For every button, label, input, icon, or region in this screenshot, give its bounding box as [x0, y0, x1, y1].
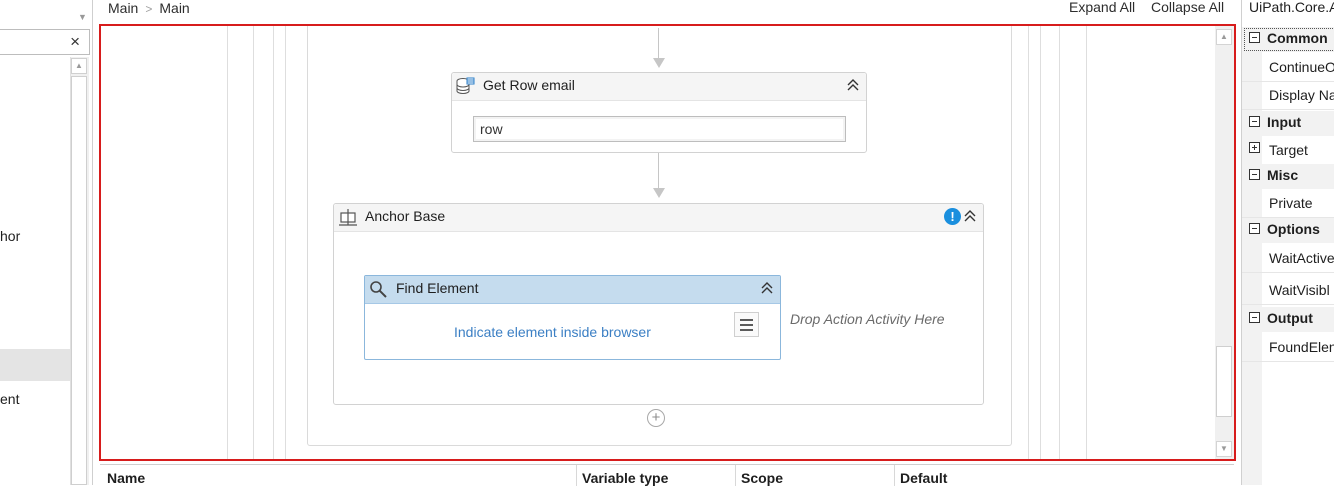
sequence-border [1086, 26, 1087, 459]
property-label: FoundElen [1269, 339, 1334, 355]
activity-header[interactable]: Anchor Base ! [334, 204, 983, 232]
collapse-chevron-icon[interactable] [962, 208, 978, 224]
property-row[interactable]: FoundElen [1242, 334, 1334, 362]
sequence-border [1059, 26, 1060, 459]
category-label: Output [1267, 310, 1313, 326]
properties-panel: UiPath.Core.A Common ContinueO Display N… [1241, 0, 1334, 485]
collapse-toggle-icon[interactable] [1249, 116, 1260, 127]
category-options[interactable]: Options [1242, 218, 1334, 243]
column-header-variable-type[interactable]: Variable type [582, 470, 668, 486]
category-output[interactable]: Output [1242, 307, 1334, 332]
column-divider[interactable] [576, 465, 577, 486]
drop-action-placeholder[interactable]: Drop Action Activity Here [790, 311, 945, 327]
collapse-toggle-icon[interactable] [1249, 169, 1260, 180]
activity-header[interactable]: Get Row email [452, 73, 866, 101]
collapse-toggle-icon[interactable] [1249, 223, 1260, 234]
sequence-border [1040, 26, 1041, 459]
property-row[interactable]: ContinueO [1242, 54, 1334, 82]
scroll-up-icon[interactable]: ▲ [1216, 29, 1232, 45]
property-label: WaitVisibl [1269, 282, 1330, 298]
breadcrumb-item[interactable]: Main [159, 0, 189, 16]
property-row[interactable]: Private [1242, 190, 1334, 218]
panel-pin-icon[interactable]: ▼ [78, 12, 87, 22]
property-label: WaitActive [1269, 250, 1334, 266]
property-label: Target [1269, 142, 1308, 158]
row-input[interactable]: row [473, 116, 846, 142]
breadcrumb-item[interactable]: Main [108, 0, 138, 16]
activity-title: Find Element [396, 280, 479, 296]
hamburger-menu-icon[interactable] [734, 312, 759, 337]
sequence-border [1028, 26, 1029, 459]
breadcrumb-chevron-icon: > [145, 2, 153, 16]
activity-header[interactable]: Find Element [365, 276, 780, 304]
sequence-border [253, 26, 254, 459]
left-scroll-thumb[interactable] [71, 76, 87, 485]
collapse-toggle-icon[interactable] [1249, 312, 1260, 323]
column-header-name[interactable]: Name [107, 470, 145, 486]
category-input[interactable]: Input [1242, 111, 1334, 136]
column-divider[interactable] [894, 465, 895, 486]
sequence-border [285, 26, 286, 459]
find-element-activity[interactable]: Find Element Indicate element inside bro… [364, 275, 781, 360]
anchor-icon [339, 209, 357, 226]
data-row-icon [456, 77, 475, 94]
collapse-chevron-icon[interactable] [845, 77, 861, 93]
variables-table-header: Name Variable type Scope Default [100, 464, 1234, 486]
sequence-border [273, 26, 274, 459]
flow-arrow-icon [653, 58, 665, 68]
warning-icon[interactable]: ! [944, 208, 961, 225]
property-label: Display Na [1269, 87, 1334, 103]
expand-toggle-icon[interactable] [1249, 142, 1260, 153]
activity-title: Get Row email [483, 77, 575, 93]
property-row[interactable]: WaitActive [1242, 245, 1334, 273]
activity-tree-item[interactable]: hor [0, 228, 20, 244]
category-label: Input [1267, 114, 1302, 130]
indicate-element-link[interactable]: Indicate element inside browser [454, 324, 651, 340]
collapse-all-link[interactable]: Collapse All [1151, 0, 1224, 15]
column-divider[interactable] [735, 465, 736, 486]
activities-panel: ▼ × hor ent ▲ [0, 0, 93, 485]
column-header-scope[interactable]: Scope [741, 470, 783, 486]
canvas-scroll-thumb[interactable] [1216, 346, 1232, 417]
scroll-down-icon[interactable]: ▼ [1216, 441, 1232, 457]
focus-outline [1244, 28, 1334, 51]
get-row-activity[interactable]: Get Row email row [451, 72, 867, 153]
property-label: ContinueO [1269, 59, 1334, 75]
selected-tree-item[interactable] [0, 349, 70, 381]
workflow-canvas[interactable]: Get Row email row Anchor Base ! Find Ele… [99, 24, 1236, 461]
category-misc[interactable]: Misc [1242, 164, 1334, 189]
property-row[interactable]: WaitVisibl [1242, 277, 1334, 305]
flow-connector [658, 153, 659, 189]
expand-all-link[interactable]: Expand All [1069, 0, 1135, 15]
property-label: Private [1269, 195, 1313, 211]
category-label: Options [1267, 221, 1320, 237]
activities-search-input[interactable]: × [0, 29, 90, 55]
activity-tree-item[interactable]: ent [0, 391, 19, 407]
clear-search-icon[interactable]: × [70, 32, 80, 52]
sequence-border [227, 26, 228, 459]
column-header-default[interactable]: Default [900, 470, 947, 486]
add-activity-icon[interactable]: + [647, 409, 665, 427]
breadcrumb: Main > Main [108, 0, 190, 18]
flow-arrow-icon [653, 188, 665, 198]
scroll-up-icon[interactable]: ▲ [71, 58, 87, 74]
search-icon [370, 281, 387, 298]
collapse-chevron-icon[interactable] [759, 280, 775, 296]
property-row[interactable]: Target [1242, 137, 1334, 165]
activity-title: Anchor Base [365, 208, 446, 224]
property-row[interactable]: Display Na [1242, 82, 1334, 110]
flow-connector [658, 28, 659, 58]
properties-title: UiPath.Core.A [1249, 0, 1334, 15]
category-label: Misc [1267, 167, 1299, 183]
anchor-base-activity[interactable]: Anchor Base ! Find Element Indicate elem… [333, 203, 984, 405]
